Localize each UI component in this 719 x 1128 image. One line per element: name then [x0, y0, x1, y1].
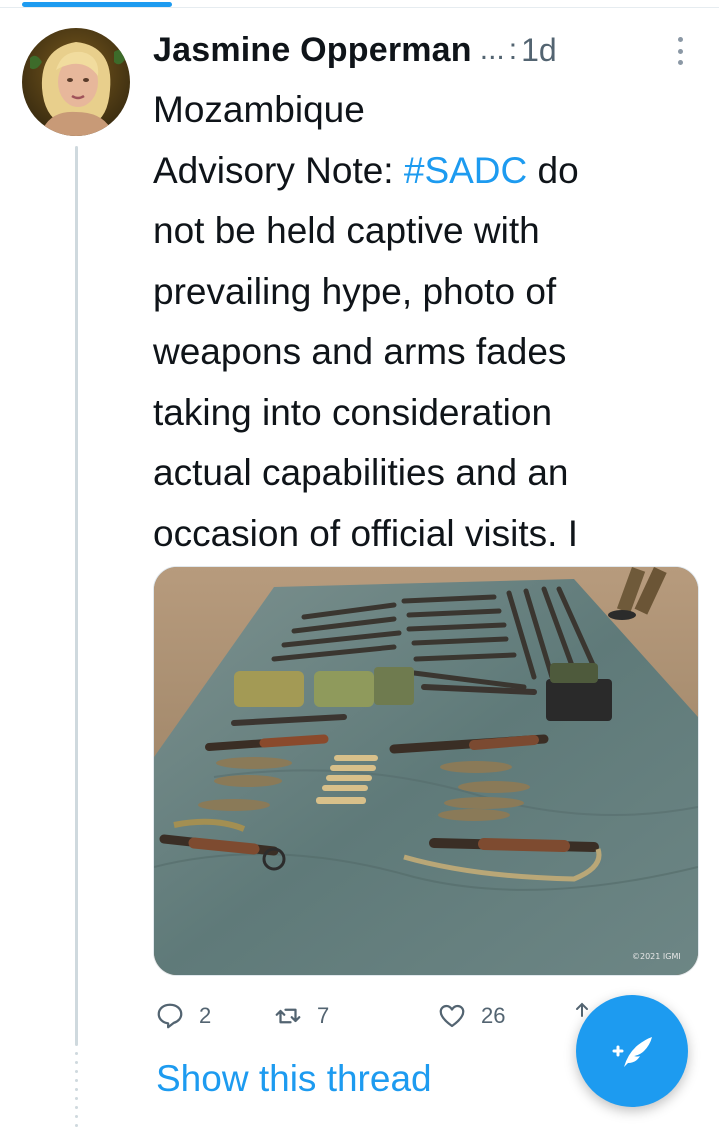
tweet-text-line: taking into consideration — [153, 391, 553, 433]
tweet-text-line: Advisory Note: #SADC do — [153, 149, 579, 191]
tweet-text: Mozambique Advisory Note: #SADC do not b… — [153, 80, 693, 564]
tweet-text-line: occasion of official visits. I — [153, 512, 578, 554]
avatar[interactable] — [22, 28, 130, 136]
author-name[interactable]: Jasmine Opperman — [153, 31, 472, 70]
tweet-text-line: actual capabilities and an — [153, 452, 569, 493]
tweet-media-photo[interactable]: ©2021 IGMI — [153, 566, 699, 976]
reply-button[interactable]: 2 — [155, 1001, 273, 1031]
tweet-actions-bar: 2 7 26 — [155, 996, 605, 1036]
author-handle[interactable]: ... — [480, 33, 505, 67]
more-vertical-icon[interactable] — [675, 37, 685, 65]
avatar-photo — [22, 28, 130, 136]
header-separator: : — [508, 33, 518, 66]
like-button[interactable]: 26 — [437, 1001, 577, 1031]
tweet-header: Jasmine Opperman ... : 1d — [153, 25, 713, 75]
compose-tweet-button[interactable] — [576, 995, 688, 1107]
hashtag-link[interactable]: #SADC — [404, 150, 527, 191]
tweet-text-line: not be held captive with — [153, 210, 540, 251]
media-watermark: ©2021 IGMI — [632, 952, 681, 961]
top-divider — [0, 7, 719, 8]
retweet-icon — [275, 1008, 301, 1024]
like-count: 26 — [481, 1003, 506, 1028]
reply-count: 2 — [199, 1003, 212, 1028]
reply-icon — [157, 1003, 183, 1029]
show-thread-link[interactable]: Show this thread — [156, 1058, 432, 1100]
retweet-button[interactable]: 7 — [273, 1001, 437, 1031]
tweet-text-line: Mozambique — [153, 89, 365, 130]
tweet-text-line: weapons and arms fades — [153, 331, 567, 372]
tweet-timestamp[interactable]: 1d — [521, 32, 557, 69]
retweet-count: 7 — [317, 1003, 330, 1028]
weapons-photo: ©2021 IGMI — [154, 567, 698, 975]
compose-feather-icon — [612, 1037, 652, 1067]
tweet-screen: Jasmine Opperman ... : 1d Mozambique Adv… — [0, 0, 719, 1128]
tweet-text-line: prevailing hype, photo of — [153, 270, 557, 312]
thread-connector-dots — [75, 1052, 78, 1128]
heart-icon — [439, 1004, 465, 1028]
thread-connector-line — [75, 146, 78, 1046]
